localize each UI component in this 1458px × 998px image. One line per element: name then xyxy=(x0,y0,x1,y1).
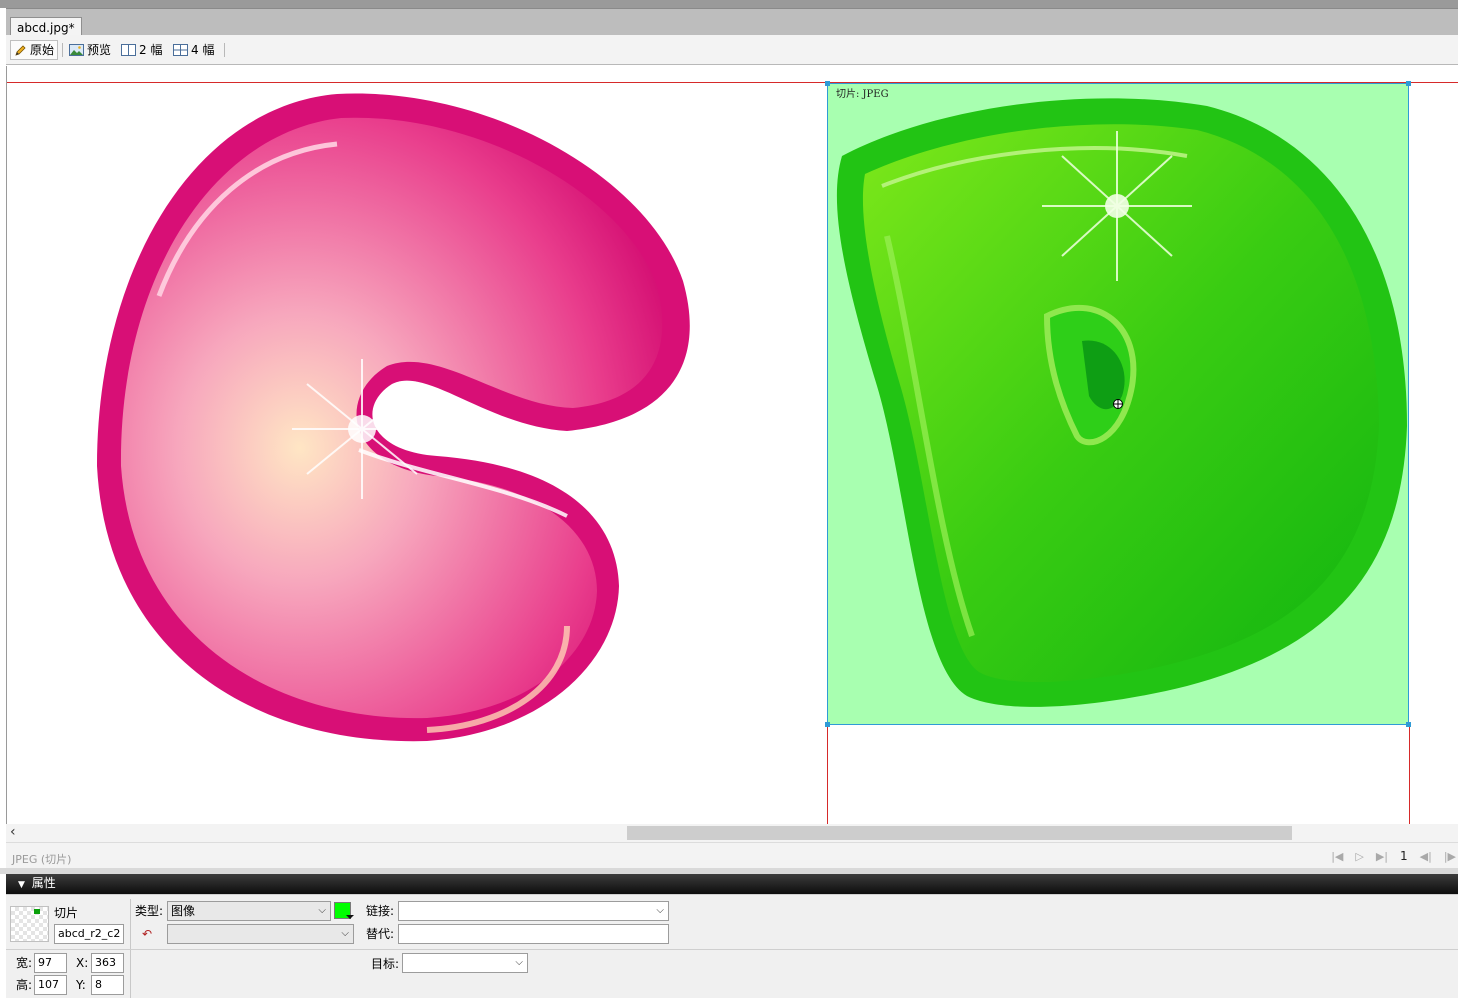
image-preview-icon xyxy=(69,44,84,56)
slice-type-value: 图像 xyxy=(171,904,196,918)
fireworks-document-window: abcd.jpg* 原始 预览 2 幅 4 幅 切片: JPEG ‹ JPEG … xyxy=(0,0,1458,998)
y-field[interactable]: 8 xyxy=(91,975,124,995)
horizontal-scrollbar[interactable]: ‹ xyxy=(6,824,1458,842)
export-settings-select[interactable]: ⌵ xyxy=(167,924,354,944)
window-top-strip xyxy=(0,0,1458,8)
frame-number: 1 xyxy=(1400,849,1408,863)
toolbar-separator xyxy=(224,43,225,57)
document-status-bar: JPEG (切片) |◀ ▷ ▶| 1 ◀| |▶ xyxy=(6,842,1458,868)
collapse-triangle-icon[interactable]: ▼ xyxy=(18,880,25,890)
toolbar-separator xyxy=(62,43,63,57)
properties-panel-header[interactable]: ▼ 属性 xyxy=(6,874,1458,894)
chevron-down-icon: ⌵ xyxy=(341,928,349,939)
next-frame-icon[interactable]: |▶ xyxy=(1444,850,1456,863)
slice-type-select[interactable]: 图像 ⌵ xyxy=(167,901,331,921)
link-select[interactable]: ⌵ xyxy=(398,901,669,921)
four-up-icon xyxy=(173,44,188,56)
four-up-view-button[interactable]: 4 幅 xyxy=(170,40,217,60)
previous-frame-icon[interactable]: ◀| xyxy=(1420,850,1432,863)
properties-panel: 切片 abcd_r2_c2 类型: 图像 ⌵ ↶ ⌵ 链接: ⌵ 替代: 目标:… xyxy=(6,894,1458,998)
preview-view-button[interactable]: 预览 xyxy=(66,40,114,60)
original-view-label: 原始 xyxy=(30,43,55,57)
y-label: Y: xyxy=(76,978,86,992)
width-label: 宽: xyxy=(16,956,33,970)
slice-name-field[interactable]: abcd_r2_c2 xyxy=(54,924,124,944)
target-label: 目标: xyxy=(371,957,400,971)
selected-slice[interactable]: 切片: JPEG xyxy=(825,81,1411,727)
chevron-down-icon: ⌵ xyxy=(515,957,523,968)
play-icon[interactable]: ▷ xyxy=(1355,850,1363,863)
scrollbar-thumb[interactable] xyxy=(627,826,1292,840)
vertical-slice-guide-left[interactable] xyxy=(827,724,828,824)
last-frame-icon[interactable]: ▶| xyxy=(1376,850,1388,863)
pink-c-letter-graphic xyxy=(97,93,690,742)
slice-label: 切片: JPEG xyxy=(836,89,889,100)
slice-thumbnail xyxy=(10,906,49,942)
properties-panel-title: 属性 xyxy=(31,876,56,890)
height-label: 高: xyxy=(16,978,33,992)
slice-handle-top-right[interactable] xyxy=(1406,81,1411,86)
status-text: JPEG (切片) xyxy=(12,853,72,866)
alt-label: 替代: xyxy=(366,927,395,941)
slice-handle-bottom-left[interactable] xyxy=(825,722,830,727)
height-field[interactable]: 107 xyxy=(34,975,67,995)
slice-handle-top-left[interactable] xyxy=(825,81,830,86)
document-tab-bar: abcd.jpg* xyxy=(6,8,1458,39)
document-canvas[interactable]: 切片: JPEG xyxy=(6,66,1458,824)
original-view-button[interactable]: 原始 xyxy=(10,40,59,60)
alt-text-field[interactable] xyxy=(398,924,669,944)
pencil-icon xyxy=(15,44,26,56)
scroll-left-icon[interactable]: ‹ xyxy=(10,824,16,840)
type-label: 类型: xyxy=(135,904,164,918)
x-field[interactable]: 363 xyxy=(91,953,124,973)
four-up-view-label: 4 幅 xyxy=(191,43,215,57)
target-select[interactable]: ⌵ xyxy=(402,953,528,973)
slice-handle-bottom-right[interactable] xyxy=(1406,722,1411,727)
chevron-down-icon: ⌵ xyxy=(656,905,664,916)
x-label: X: xyxy=(76,956,89,970)
slice-thumbnail-marker xyxy=(34,909,40,914)
object-type-label: 切片 xyxy=(54,906,79,920)
view-toolbar: 原始 预览 2 幅 4 幅 xyxy=(6,35,1458,65)
hotspot-map-icon: ↶ xyxy=(142,927,153,941)
two-up-view-label: 2 幅 xyxy=(139,43,163,57)
vertical-slice-guide-right[interactable] xyxy=(1409,724,1410,824)
first-frame-icon[interactable]: |◀ xyxy=(1331,850,1343,863)
frame-controls: |◀ ▷ ▶| 1 ◀| |▶ xyxy=(1331,847,1458,865)
two-up-view-button[interactable]: 2 幅 xyxy=(118,40,165,60)
width-field[interactable]: 97 xyxy=(34,953,67,973)
panel-horizontal-divider xyxy=(6,949,1458,950)
two-up-icon xyxy=(121,44,136,56)
link-label: 链接: xyxy=(366,904,395,918)
preview-view-label: 预览 xyxy=(87,43,112,57)
chevron-down-icon: ⌵ xyxy=(318,905,326,916)
color-popup-arrow-icon[interactable] xyxy=(346,915,354,919)
